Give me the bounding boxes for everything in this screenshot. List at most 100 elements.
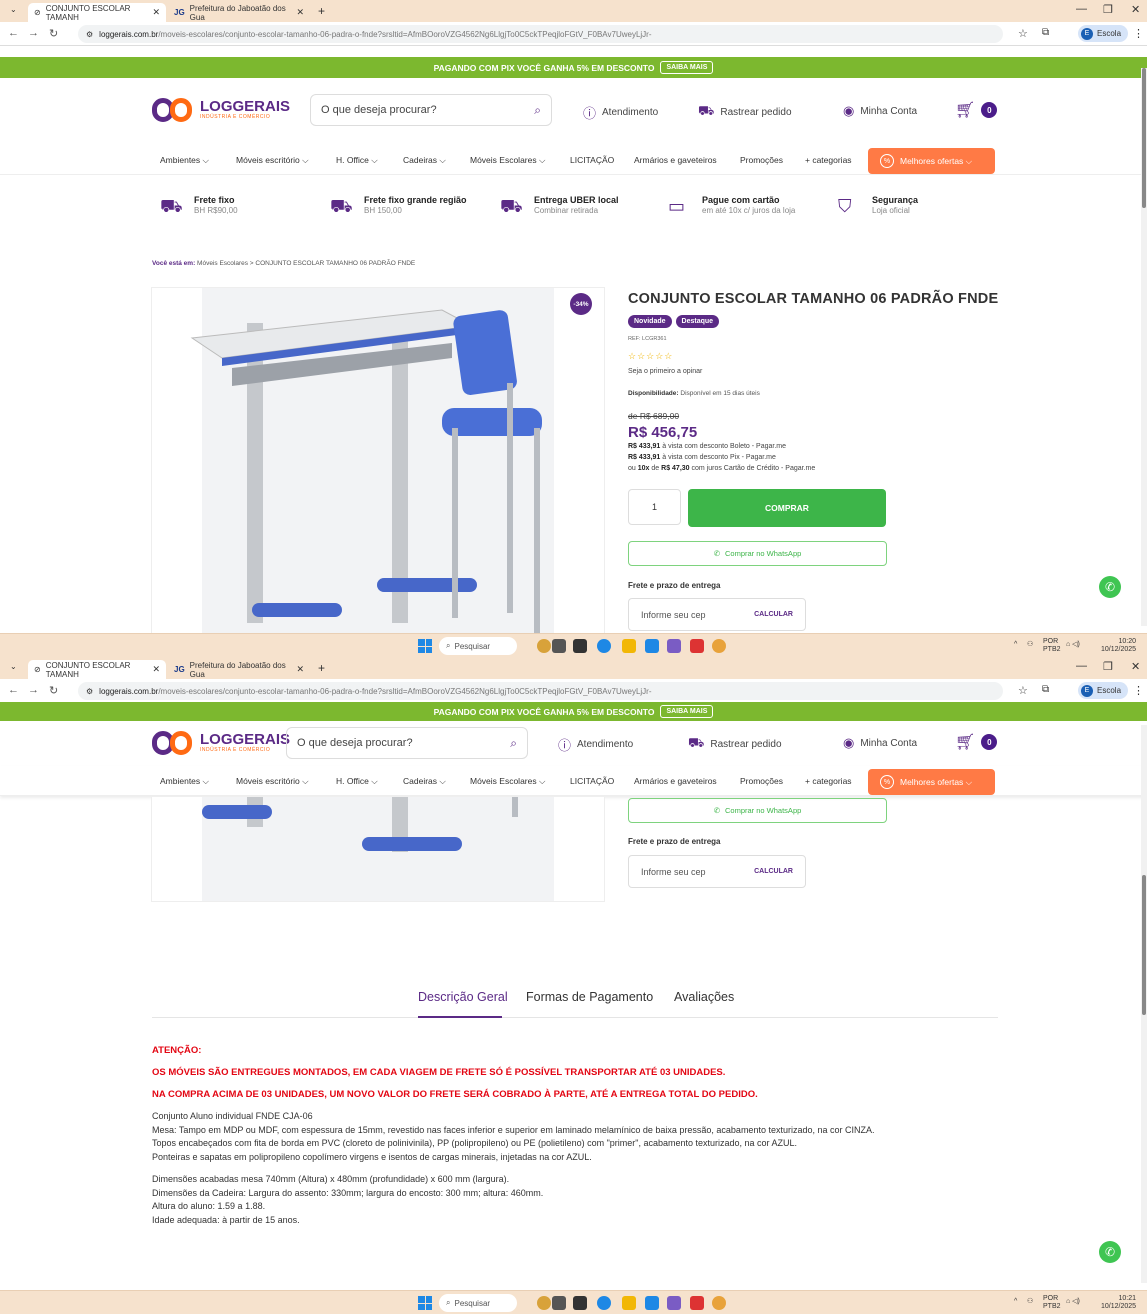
new-tab-icon[interactable]: + [318,4,325,18]
atendimento-link[interactable]: ⓘ Atendimento [583,103,658,122]
cart-button[interactable]: 🛒︎ 0 [955,732,998,752]
url-field[interactable]: ⚙ loggerais.com.br/moveis-escolares/conj… [78,25,1003,43]
product-image[interactable]: -34% [151,287,605,647]
logo[interactable]: LOGGERAIS INDÚSTRIA E COMÉRCIO [152,96,290,124]
melhores-ofertas-button[interactable]: % Melhores ofertas ⌵ [868,148,995,174]
app-files-icon[interactable] [622,1296,636,1310]
url-field[interactable]: ⚙ loggerais.com.br/moveis-escolares/conj… [78,682,1003,700]
minha-conta-link[interactable]: ◉ Minha Conta [843,735,917,751]
chevron-up-icon[interactable]: ^ [1014,641,1017,648]
network-volume-icon[interactable]: ⌂ ◁) [1066,640,1080,648]
search-icon[interactable]: ⌕ [510,736,517,751]
chevron-up-icon[interactable]: ^ [1014,1298,1017,1305]
menu-mais-categorias[interactable]: + categorias [805,155,852,165]
app-teams-icon[interactable] [667,1296,681,1310]
rastrear-link[interactable]: ⛟ Rastrear pedido [698,103,792,121]
menu-armarios[interactable]: Armários e gaveteiros [634,155,717,165]
app-terminal-icon[interactable] [573,1296,587,1310]
forward-icon[interactable]: → [28,684,39,696]
app-chrome-icon[interactable] [712,639,726,653]
whatsapp-buy-button[interactable]: ✆ Comprar no WhatsApp [628,541,887,566]
menu-licitacao[interactable]: LICITAÇÃO [570,155,614,165]
close-icon[interactable]: ✕ [152,664,160,675]
menu-moveis-escolares[interactable]: Móveis Escolares ⌵ [470,155,545,166]
whatsapp-float-icon[interactable]: ✆ [1099,576,1121,598]
tab-search-icon[interactable]: ⌄ [10,5,17,14]
menu-cadeiras[interactable]: Cadeiras ⌵ [403,776,446,787]
bookmark-star-icon[interactable]: ☆ [1018,684,1028,697]
saiba-mais-button[interactable]: SAIBA MAIS [660,61,714,74]
menu-ambientes[interactable]: Ambientes ⌵ [160,155,209,166]
app-widgets-icon[interactable] [537,639,551,653]
menu-moveis-escritorio[interactable]: Móveis escritório ⌵ [236,776,309,787]
extensions-icon[interactable]: ⧉ [1042,27,1049,38]
clock[interactable]: 10:21 10/12/2025 [1101,1295,1136,1311]
app-chrome-icon[interactable] [712,1296,726,1310]
scrollbar[interactable] [1141,68,1147,626]
profile-button[interactable]: E Escola [1078,25,1129,42]
atendimento-link[interactable]: ⓘ Atendimento [558,735,633,754]
saiba-mais-button[interactable]: SAIBA MAIS [660,705,714,718]
tab-avaliacoes[interactable]: Avaliações [674,990,734,1004]
restore-icon[interactable]: ❐ [1103,3,1113,16]
menu-moveis-escolares[interactable]: Móveis Escolares ⌵ [470,776,545,787]
site-info-icon[interactable]: ⚙ [86,30,93,39]
windows-start-icon[interactable] [418,639,432,653]
app-taskview-icon[interactable] [552,1296,566,1310]
back-icon[interactable]: ← [8,684,19,696]
app-files-icon[interactable] [622,639,636,653]
calcular-button[interactable]: CALCULAR [754,868,793,875]
cart-button[interactable]: 🛒︎ 0 [955,100,998,120]
language-indicator[interactable]: POR PTB2 [1043,638,1061,654]
tab-formas-pagamento[interactable]: Formas de Pagamento [526,990,653,1004]
rating-stars[interactable]: ☆☆☆☆☆ [628,351,673,362]
taskbar-search[interactable]: ⌕ Pesquisar [439,637,517,655]
weather-icon[interactable]: ⚇ [1027,640,1033,648]
menu-mais-categorias[interactable]: + categorias [805,776,852,786]
close-icon[interactable]: ✕ [296,664,304,675]
menu-promocoes[interactable]: Promoções [740,776,783,786]
tab-descricao-geral[interactable]: Descrição Geral [418,990,508,1004]
quantity-input[interactable]: 1 [628,489,681,525]
tab-other[interactable]: JG Prefeitura do Jaboatão dos Gua ✕ [168,660,310,679]
breadcrumb-path[interactable]: Móveis Escolares > CONJUNTO ESCOLAR TAMA… [197,260,415,267]
calcular-button[interactable]: CALCULAR [754,611,793,618]
bookmark-star-icon[interactable]: ☆ [1018,27,1028,40]
close-icon[interactable]: ✕ [296,7,304,18]
search-input[interactable]: O que deseja procurar? ⌕ [286,727,528,759]
app-teams-icon[interactable] [667,639,681,653]
reload-icon[interactable]: ↻ [49,684,58,697]
menu-home-office[interactable]: H. Office ⌵ [336,155,378,166]
menu-kebab-icon[interactable]: ⋮ [1133,684,1144,697]
tab-other[interactable]: JG Prefeitura do Jaboatão dos Gua ✕ [168,3,310,22]
menu-armarios[interactable]: Armários e gaveteiros [634,776,717,786]
site-info-icon[interactable]: ⚙ [86,687,93,696]
minimize-icon[interactable]: — [1076,660,1087,672]
tab-active[interactable]: ⊘ CONJUNTO ESCOLAR TAMANH ✕ [28,3,166,22]
menu-home-office[interactable]: H. Office ⌵ [336,776,378,787]
app-store-icon[interactable] [645,1296,659,1310]
app-edge-icon[interactable] [597,639,611,653]
menu-licitacao[interactable]: LICITAÇÃO [570,776,614,786]
cep-input[interactable]: Informe seu cep CALCULAR [628,598,806,631]
clock[interactable]: 10:20 10/12/2025 [1101,638,1136,654]
menu-ambientes[interactable]: Ambientes ⌵ [160,776,209,787]
extensions-icon[interactable]: ⧉ [1042,684,1049,695]
network-volume-icon[interactable]: ⌂ ◁) [1066,1297,1080,1305]
app-edge-icon[interactable] [597,1296,611,1310]
window-close-icon[interactable]: ✕ [1131,660,1140,673]
logo[interactable]: LOGGERAIS INDÚSTRIA E COMÉRCIO [152,729,290,757]
forward-icon[interactable]: → [28,27,39,39]
search-icon[interactable]: ⌕ [534,103,541,118]
scrollbar-thumb[interactable] [1142,875,1146,1015]
windows-start-icon[interactable] [418,1296,432,1310]
tab-search-icon[interactable]: ⌄ [10,662,17,671]
weather-icon[interactable]: ⚇ [1027,1297,1033,1305]
restore-icon[interactable]: ❐ [1103,660,1113,673]
whatsapp-buy-button[interactable]: ✆ Comprar no WhatsApp [628,798,887,823]
window-close-icon[interactable]: ✕ [1131,3,1140,16]
app-terminal-icon[interactable] [573,639,587,653]
close-icon[interactable]: ✕ [152,7,160,18]
new-tab-icon[interactable]: + [318,661,325,675]
menu-kebab-icon[interactable]: ⋮ [1133,27,1144,40]
